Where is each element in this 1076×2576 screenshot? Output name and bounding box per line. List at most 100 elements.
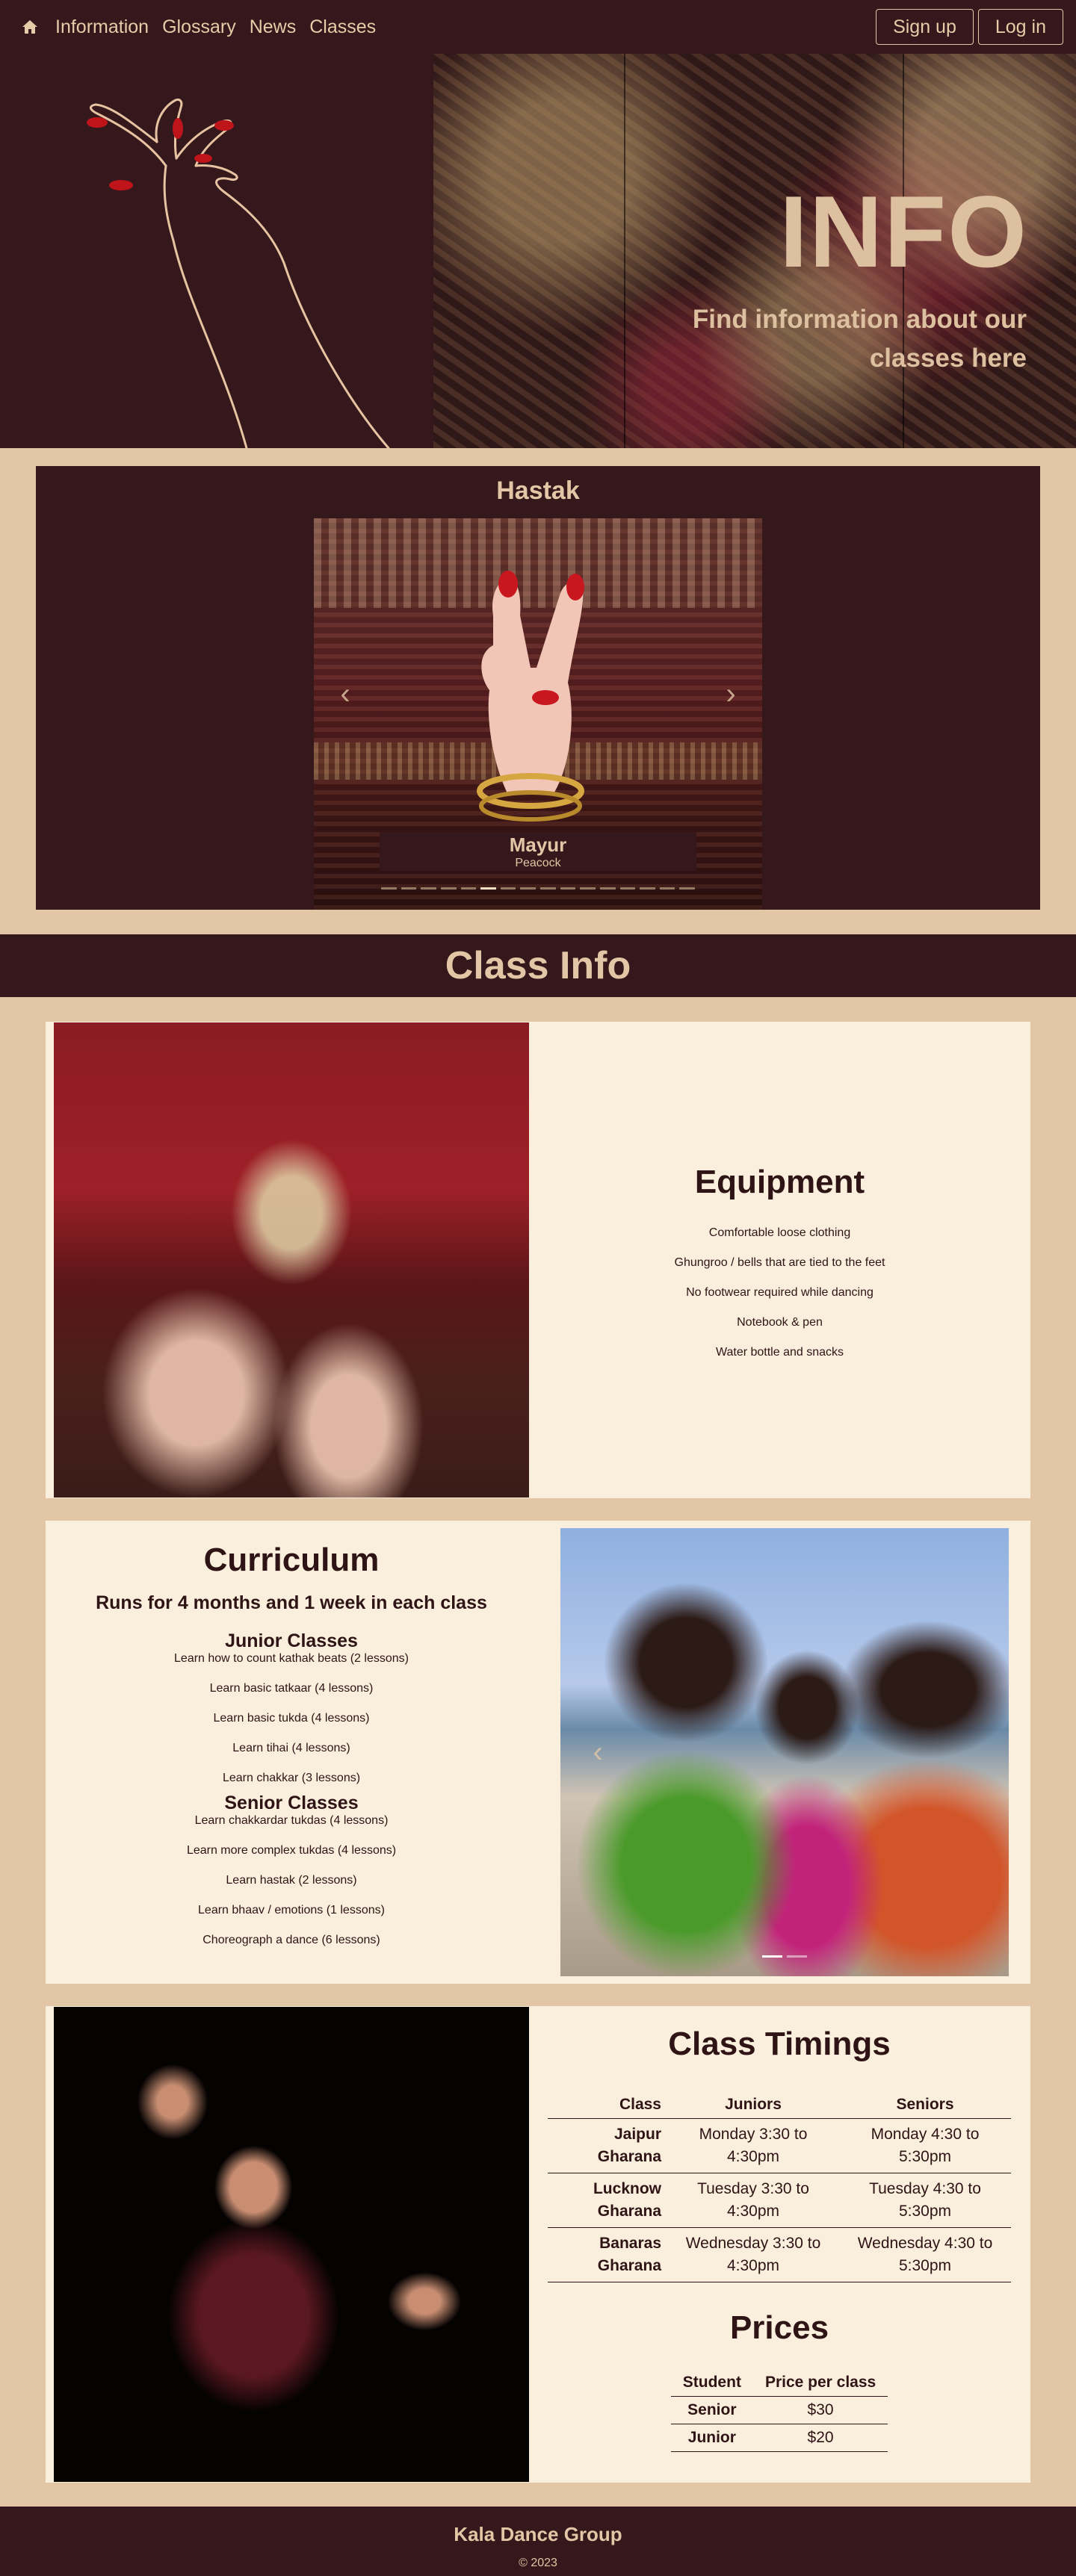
table-cell: Tuesday 3:30 to 4:30pm <box>667 2173 839 2228</box>
slide-subtitle: Peacock <box>515 857 561 869</box>
signup-button[interactable]: Sign up <box>876 9 974 45</box>
curriculum-duration: Runs for 4 months and 1 week in each cla… <box>96 1592 487 1613</box>
curriculum-title: Curriculum <box>203 1542 380 1578</box>
curriculum-prev-icon[interactable]: ‹ <box>583 1737 613 1767</box>
hastak-title: Hastak <box>496 477 580 505</box>
table-cell: Lucknow Gharana <box>548 2173 667 2228</box>
senior-classes-title: Senior Classes <box>224 1793 359 1813</box>
footer-copyright: © 2023 <box>519 2557 557 2569</box>
carousel-indicator[interactable] <box>500 887 516 890</box>
carousel-indicator[interactable] <box>580 887 596 890</box>
senior-list: Learn chakkardar tukdas (4 lessons) Lear… <box>46 1814 537 1947</box>
list-item: Choreograph a dance (6 lessons) <box>202 1934 380 1946</box>
footer-title: Kala Dance Group <box>454 2523 622 2545</box>
table-cell: $30 <box>752 2396 888 2424</box>
carousel-indicators <box>381 887 695 890</box>
table-cell: Junior <box>670 2424 753 2452</box>
list-item: Learn more complex tukdas (4 lessons) <box>186 1844 397 1857</box>
curriculum-indicators <box>762 1955 807 1958</box>
equipment-title: Equipment <box>694 1164 865 1200</box>
table-cell: Senior <box>670 2396 753 2424</box>
carousel-indicator[interactable] <box>679 887 695 890</box>
carousel-indicator[interactable] <box>619 887 636 890</box>
carousel-indicator[interactable] <box>401 887 417 890</box>
class-info-banner: Class Info <box>0 934 1076 997</box>
carousel-indicator[interactable] <box>599 887 616 890</box>
table-cell: Banaras Gharana <box>548 2227 667 2282</box>
curriculum-card: Curriculum Runs for 4 months and 1 week … <box>46 1521 1030 1984</box>
carousel-indicator[interactable] <box>440 887 457 890</box>
header-price: Price per class <box>752 2369 888 2397</box>
indicator[interactable] <box>787 1955 807 1958</box>
nav-information[interactable]: Information <box>55 16 149 38</box>
carousel-indicator[interactable] <box>460 887 477 890</box>
table-row: Senior $30 <box>670 2396 888 2424</box>
header-student: Student <box>670 2369 753 2397</box>
nav-glossary[interactable]: Glossary <box>162 16 236 38</box>
carousel-indicator[interactable] <box>421 887 436 890</box>
carousel-indicator[interactable] <box>540 887 556 890</box>
carousel-indicator[interactable] <box>381 887 397 890</box>
list-item: Ghungroo / bells that are tied to the fe… <box>674 1256 885 1269</box>
list-item: Learn basic tatkaar (4 lessons) <box>209 1682 374 1695</box>
hastak-section: Hastak ‹ › Mayur Peacock <box>36 466 1040 910</box>
prices-table: Student Price per class Senior $30 Junio… <box>670 2369 888 2452</box>
carousel-indicator[interactable] <box>659 887 675 890</box>
timings-text: Class Timings Class Juniors Seniors Jaip… <box>548 2026 1011 2452</box>
carousel-indicator[interactable] <box>640 887 655 890</box>
equipment-list: Comfortable loose clothing Ghungroo / be… <box>529 1226 1030 1359</box>
carousel-indicator[interactable] <box>480 887 496 890</box>
class-info-title: Class Info <box>445 944 631 987</box>
footer: Kala Dance Group © 2023 <box>0 2507 1076 2576</box>
carousel-indicator[interactable] <box>560 887 576 890</box>
hand-illustration <box>0 54 433 448</box>
list-item: Learn chakkar (3 lessons) <box>222 1772 361 1784</box>
list-item: Learn tihai (4 lessons) <box>232 1742 350 1754</box>
slide-caption: Mayur Peacock <box>380 832 696 871</box>
table-cell: Monday 4:30 to 5:30pm <box>839 2118 1011 2173</box>
hand-gesture-image <box>477 571 584 822</box>
table-row: Jaipur Gharana Monday 3:30 to 4:30pm Mon… <box>548 2118 1011 2173</box>
table-cell: Monday 3:30 to 4:30pm <box>667 2118 839 2173</box>
list-item: Learn hastak (2 lessons) <box>226 1874 357 1887</box>
list-item: No footwear required while dancing <box>686 1286 874 1299</box>
table-row: Lucknow Gharana Tuesday 3:30 to 4:30pm T… <box>548 2173 1011 2228</box>
nav-classes[interactable]: Classes <box>309 16 376 38</box>
prices-title: Prices <box>729 2309 829 2346</box>
panel-divider <box>624 54 625 448</box>
login-button[interactable]: Log in <box>977 9 1063 45</box>
carousel-prev-icon[interactable]: ‹ <box>330 679 360 709</box>
hastak-carousel[interactable]: ‹ › Mayur Peacock <box>314 518 762 910</box>
list-item: Learn chakkardar tukdas (4 lessons) <box>194 1814 389 1827</box>
carousel-indicator[interactable] <box>520 887 536 890</box>
table-header-row: Class Juniors Seniors <box>548 2091 1011 2119</box>
list-item: Learn bhaav / emotions (1 lessons) <box>198 1904 385 1917</box>
table-row: Junior $20 <box>670 2424 888 2452</box>
table-row: Banaras Gharana Wednesday 3:30 to 4:30pm… <box>548 2227 1011 2282</box>
table-cell: Wednesday 4:30 to 5:30pm <box>839 2227 1011 2282</box>
timings-table: Class Juniors Seniors Jaipur Gharana Mon… <box>548 2091 1011 2282</box>
header-class: Class <box>548 2091 667 2119</box>
table-cell: Wednesday 3:30 to 4:30pm <box>667 2227 839 2282</box>
header-seniors: Seniors <box>839 2091 1011 2119</box>
junior-list: Learn how to count kathak beats (2 lesso… <box>46 1652 537 1785</box>
indicator[interactable] <box>762 1955 782 1958</box>
ghungroo-image <box>54 1022 529 1498</box>
table-cell: $20 <box>752 2424 888 2452</box>
carousel-next-icon[interactable]: › <box>716 679 746 709</box>
dancer-image <box>54 2007 529 2482</box>
hero-title: INFO <box>779 175 1028 288</box>
auth-buttons: Sign up Log in <box>876 9 1063 45</box>
timings-title: Class Timings <box>668 2026 891 2062</box>
table-cell: Tuesday 4:30 to 5:30pm <box>839 2173 1011 2228</box>
navbar: Information Glossary News Classes Sign u… <box>0 0 1076 54</box>
list-item: Water bottle and snacks <box>715 1346 844 1359</box>
header-juniors: Juniors <box>667 2091 839 2119</box>
home-icon[interactable] <box>21 18 39 36</box>
students-carousel[interactable]: ‹ <box>560 1528 1009 1976</box>
list-item: Notebook & pen <box>737 1316 823 1329</box>
nav-news[interactable]: News <box>250 16 297 38</box>
curriculum-text: Curriculum Runs for 4 months and 1 week … <box>46 1542 537 1947</box>
hero-subtitle: Find information about our classes here <box>692 305 1027 373</box>
timings-card: Class Timings Class Juniors Seniors Jaip… <box>46 2006 1030 2483</box>
